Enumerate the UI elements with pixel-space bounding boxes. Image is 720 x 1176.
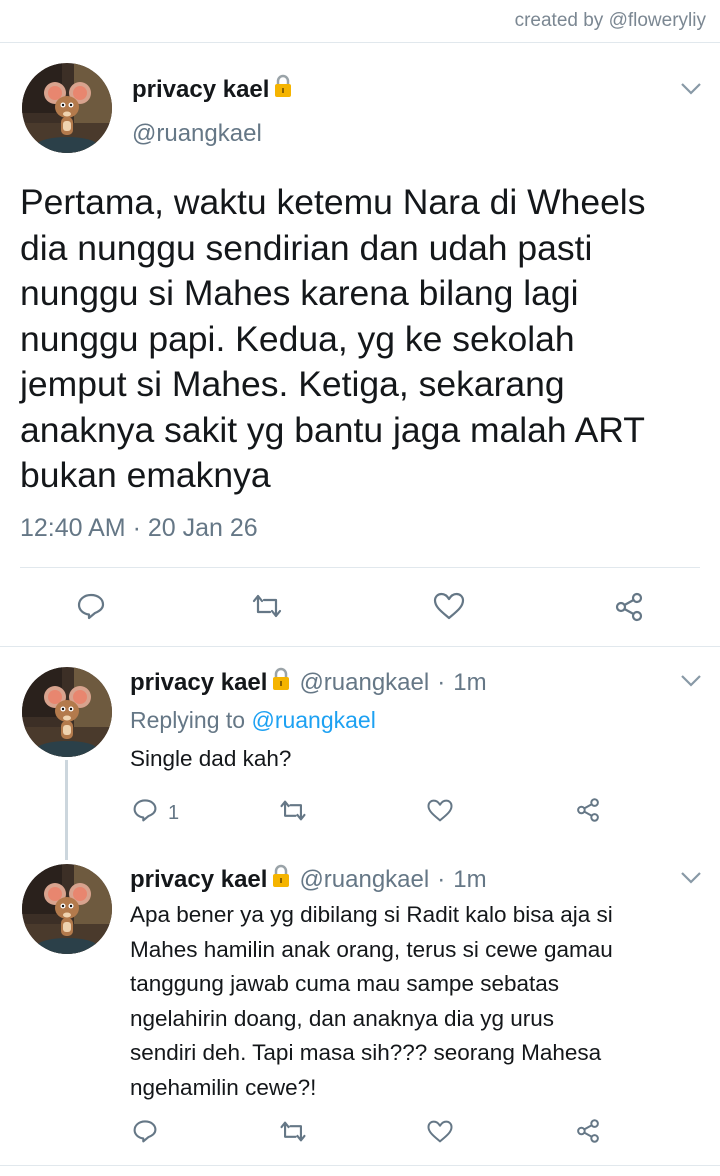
tweet-line: bukan emaknya <box>20 455 271 495</box>
tweet-line: nunggu si Mahes karena bilang lagi <box>20 273 579 313</box>
tweet-line: jemput si Mahes. Ketiga, sekarang <box>20 364 565 404</box>
display-name[interactable]: privacy kael <box>132 74 293 105</box>
heart-icon <box>426 798 454 829</box>
avatar[interactable] <box>22 63 112 153</box>
avatar[interactable] <box>22 667 112 757</box>
reply-line: sendiri deh. Tapi masa sih??? seorang Ma… <box>130 1040 602 1065</box>
chevron-down-icon[interactable] <box>680 871 702 885</box>
share-icon <box>574 1117 602 1151</box>
timestamp[interactable]: 1m <box>453 669 486 697</box>
retweet-icon <box>250 593 284 625</box>
reply-line: tanggung jawab cuma mau sampe sebatas <box>130 971 560 996</box>
meta-dot: · <box>132 514 148 542</box>
divider <box>20 567 700 568</box>
reply-header: privacy kael @ruangkael · 1m <box>130 864 487 895</box>
lock-icon <box>271 864 291 895</box>
thread-line <box>65 760 68 860</box>
credit-text: created by @floweryliy <box>514 10 706 31</box>
divider <box>0 646 720 647</box>
like-button[interactable] <box>432 591 466 627</box>
like-button[interactable] <box>426 798 454 829</box>
reply-icon <box>76 591 106 627</box>
share-button[interactable] <box>574 1117 602 1151</box>
reply-header: privacy kael @ruangkael · 1m <box>130 667 487 698</box>
tweet-text: Pertama, waktu ketemu Nara di Wheels dia… <box>20 180 700 499</box>
reply-button[interactable] <box>132 1118 168 1150</box>
lock-icon <box>271 667 291 698</box>
reply-text: Single dad kah? <box>130 742 690 777</box>
reply-line: Apa bener ya yg dibilang si Radit kalo b… <box>130 902 613 927</box>
reply-button[interactable] <box>76 591 106 627</box>
timestamp[interactable]: 1m <box>453 866 486 894</box>
share-button[interactable] <box>574 796 602 830</box>
tweet-line: dia nunggu sendirian dan udah pasti <box>20 227 593 268</box>
handle[interactable]: @ruangkael <box>299 669 429 697</box>
tweet-line: nunggu papi. Kedua, yg ke sekolah <box>20 318 575 359</box>
replying-to-handle[interactable]: @ruangkael <box>251 707 375 733</box>
display-name[interactable]: privacy kael <box>130 669 267 697</box>
retweet-button[interactable] <box>278 1120 308 1149</box>
heart-icon <box>426 1119 454 1150</box>
share-icon <box>612 590 646 630</box>
reply-icon <box>132 797 158 829</box>
divider <box>0 1165 720 1166</box>
reply-text: Apa bener ya yg dibilang si Radit kalo b… <box>130 898 690 1105</box>
display-name-text: privacy kael <box>132 75 270 103</box>
top-divider <box>0 42 720 43</box>
tweet-time: 12:40 AM <box>20 514 126 542</box>
tweet-line: Pertama, waktu ketemu Nara di Wheels <box>20 182 646 222</box>
handle[interactable]: @ruangkael <box>299 866 429 894</box>
replying-to-label: Replying to <box>130 707 246 733</box>
retweet-icon <box>278 1120 308 1149</box>
reply-line: Single dad kah? <box>130 746 292 771</box>
retweet-button[interactable] <box>250 593 284 625</box>
like-button[interactable] <box>426 1119 454 1150</box>
heart-icon <box>432 591 466 627</box>
share-icon <box>574 796 602 830</box>
lock-icon <box>273 74 293 105</box>
retweet-icon <box>278 799 308 828</box>
avatar[interactable] <box>22 864 112 954</box>
meta-dot: · <box>437 865 446 893</box>
tweet-date: 20 Jan 26 <box>147 514 258 542</box>
replying-to: Replying to @ruangkael <box>130 707 376 734</box>
meta-dot: · <box>437 668 446 696</box>
chevron-down-icon[interactable] <box>680 674 702 688</box>
display-name[interactable]: privacy kael <box>130 866 267 894</box>
reply-line: ngehamilin cewe?! <box>130 1074 317 1100</box>
reply-count: 1 <box>168 801 180 824</box>
share-button[interactable] <box>612 590 646 630</box>
reply-line: Mahes hamilin anak orang, terus si cewe … <box>130 936 613 962</box>
reply-icon <box>132 1118 158 1150</box>
chevron-down-icon[interactable] <box>680 82 702 96</box>
tweet-timestamp[interactable]: 12:40 AM · 20 Jan 26 <box>20 514 258 543</box>
tweet-line: anaknya sakit yg bantu jaga malah ART <box>20 409 645 450</box>
retweet-button[interactable] <box>278 799 308 828</box>
reply-button[interactable]: 1 <box>132 797 179 829</box>
reply-line: ngelahirin doang, dan anaknya dia yg uru… <box>130 1005 555 1031</box>
handle[interactable]: @ruangkael <box>132 120 262 148</box>
